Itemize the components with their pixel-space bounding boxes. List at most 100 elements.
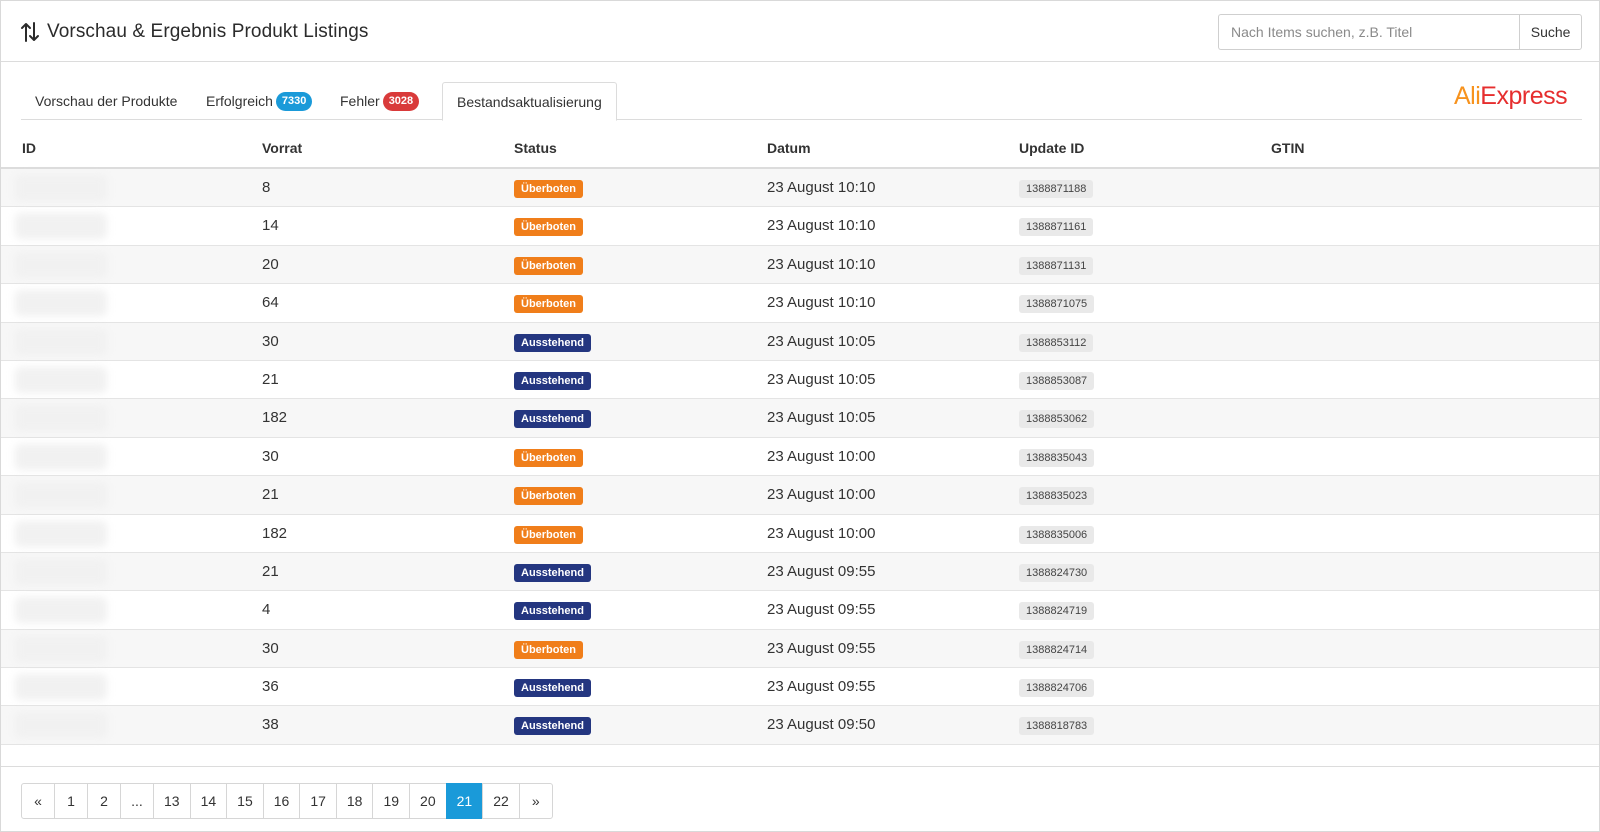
update-id-tag: 1388835006 (1019, 525, 1095, 544)
next-page-button[interactable]: » (518, 783, 553, 819)
datum-cell: 23 August 09:55 (767, 562, 876, 580)
table-row: 182 Überboten 23 August 10:00 1388835006 (1, 515, 1599, 553)
table-row: 21 Überboten 23 August 10:00 1388835023 (1, 476, 1599, 515)
blurred-id-cell (15, 712, 107, 739)
page-button[interactable]: 16 (262, 783, 301, 819)
tab-vorschau[interactable]: Vorschau der Produkte (21, 82, 191, 120)
update-id-tag: 1388871188 (1019, 180, 1094, 198)
datum-cell: 23 August 09:55 (767, 601, 876, 619)
column-header-vorrat: Vorrat (262, 140, 303, 156)
column-header-id: ID (22, 140, 36, 156)
blurred-id-cell (15, 443, 107, 470)
datum-cell: 23 August 10:05 (767, 409, 876, 427)
page-button[interactable]: 1 (54, 783, 88, 819)
update-id-tag: 1388824714 (1019, 640, 1095, 659)
search-button[interactable]: Suche (1519, 14, 1582, 50)
table-row: 64 Überboten 23 August 10:10 1388871075 (1, 284, 1599, 323)
aliexpress-logo: AliExpress (1454, 82, 1568, 110)
table-row: 21 Ausstehend 23 August 10:05 1388853087 (1, 361, 1599, 400)
vorrat-cell: 21 (262, 370, 279, 388)
column-header-status: Status (514, 140, 557, 156)
status-badge: Ausstehend (514, 410, 591, 429)
page-button[interactable]: 18 (335, 783, 374, 819)
vorrat-cell: 20 (262, 255, 279, 273)
status-badge: Überboten (514, 295, 583, 314)
blurred-id-cell (15, 597, 107, 624)
page-button[interactable]: 14 (189, 783, 228, 819)
page-button[interactable]: 22 (482, 783, 520, 819)
page-title: Vorschau & Ergebnis Produkt Listings (47, 21, 369, 42)
column-header-gtin: GTIN (1271, 140, 1305, 156)
table-row: 182 Ausstehend 23 August 10:05 1388853062 (1, 399, 1599, 438)
datum-cell: 23 August 10:05 (767, 332, 876, 350)
page-button[interactable]: 21 (445, 783, 484, 819)
vorrat-cell: 30 (262, 639, 279, 657)
tab-label: Vorschau der Produkte (35, 93, 178, 109)
status-badge: Ausstehend (514, 717, 591, 736)
update-id-tag: 1388835023 (1019, 487, 1095, 506)
column-header-datum: Datum (767, 140, 811, 156)
search-box: Suche (1218, 14, 1582, 50)
page-ellipsis: ... (120, 783, 154, 819)
tab-label: Erfolgreich (206, 93, 273, 109)
pagination: «1 2... 13 14 15 16 17 18 19 20 21 22» (21, 783, 553, 819)
status-badge: Überboten (514, 640, 583, 659)
page-button[interactable]: 17 (299, 783, 337, 819)
listing-panel: Vorschau & Ergebnis Produkt Listings Suc… (0, 0, 1600, 832)
update-id-tag: 1388871075 (1019, 295, 1095, 314)
page-button[interactable]: 13 (153, 783, 191, 819)
datum-cell: 23 August 10:05 (767, 370, 876, 388)
tab-erfolgreich[interactable]: Erfolgreich 7330 (192, 82, 326, 120)
table-footer: «1 2... 13 14 15 16 17 18 19 20 21 22» (1, 766, 1599, 832)
page-button[interactable]: 20 (409, 783, 447, 819)
status-badge: Überboten (514, 487, 583, 506)
status-badge: Ausstehend (514, 679, 591, 698)
page-button[interactable]: 2 (87, 783, 121, 819)
blurred-id-cell (15, 366, 107, 393)
success-count-badge: 7330 (275, 91, 313, 111)
tab-fehler[interactable]: Fehler 3028 (326, 82, 433, 120)
blurred-id-cell (15, 674, 107, 701)
table-row: 30 Ausstehend 23 August 10:05 1388853112 (1, 322, 1599, 361)
status-badge: Überboten (514, 180, 583, 198)
table-row: 36 Ausstehend 23 August 09:55 1388824706 (1, 668, 1599, 707)
blurred-id-cell (15, 558, 107, 585)
sort-arrows-icon (21, 22, 39, 42)
column-header-update-id: Update ID (1019, 140, 1085, 156)
search-input[interactable] (1218, 14, 1520, 50)
table-row: 20 Überboten 23 August 10:10 1388871131 (1, 245, 1599, 285)
vorrat-cell: 8 (262, 179, 271, 196)
blurred-id-cell (15, 405, 107, 432)
page-button[interactable]: 15 (226, 783, 264, 819)
status-badge: Überboten (514, 525, 583, 544)
update-id-tag: 1388871161 (1019, 218, 1094, 237)
blurred-id-cell (15, 251, 107, 278)
status-badge: Ausstehend (514, 602, 591, 621)
status-badge: Überboten (514, 256, 583, 275)
vorrat-cell: 21 (262, 486, 279, 504)
status-badge: Ausstehend (514, 371, 591, 390)
vorrat-cell: 21 (262, 562, 279, 580)
table-row: 4 Ausstehend 23 August 09:55 1388824719 (1, 591, 1599, 630)
table-row: 30 Überboten 23 August 09:55 1388824714 (1, 629, 1599, 669)
status-badge: Überboten (514, 218, 583, 237)
vorrat-cell: 64 (262, 294, 279, 312)
prev-page-button[interactable]: « (21, 783, 55, 819)
datum-cell: 23 August 10:00 (767, 524, 876, 542)
update-id-tag: 1388871131 (1019, 256, 1094, 275)
tab-bar: Vorschau der Produkte Erfolgreich 7330 F… (21, 82, 1582, 121)
table-row: 38 Ausstehend 23 August 09:50 1388818783 (1, 706, 1599, 745)
page-button[interactable]: 19 (372, 783, 411, 819)
update-id-tag: 1388835043 (1019, 448, 1095, 467)
blurred-id-cell (15, 175, 107, 201)
datum-cell: 23 August 09:55 (767, 639, 876, 657)
error-count-badge: 3028 (382, 91, 420, 111)
title-wrap: Vorschau & Ergebnis Produkt Listings (20, 20, 369, 44)
panel-header: Vorschau & Ergebnis Produkt Listings Suc… (1, 1, 1599, 62)
status-badge: Überboten (514, 448, 583, 467)
tab-bestandsaktualisierung[interactable]: Bestandsaktualisierung (442, 82, 617, 121)
tab-label: Bestandsaktualisierung (457, 93, 602, 110)
update-id-tag: 1388824730 (1019, 563, 1095, 582)
table-row: 14 Überboten 23 August 10:10 1388871161 (1, 207, 1599, 246)
blurred-id-cell (15, 290, 107, 317)
